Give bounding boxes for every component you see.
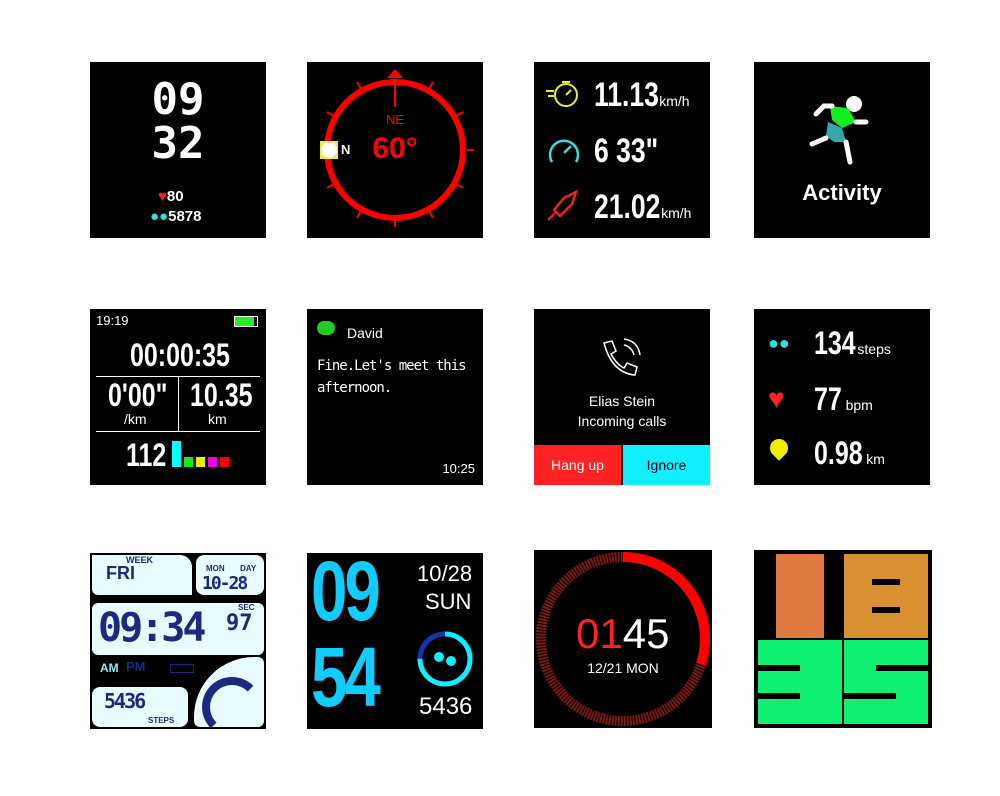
speed-row: 11.13km/h bbox=[594, 76, 690, 114]
digit-5 bbox=[844, 640, 928, 724]
distance: 0.98 bbox=[814, 435, 863, 471]
date: 10-28 bbox=[202, 573, 248, 594]
steps: 134 bbox=[814, 325, 856, 361]
running-person-icon bbox=[809, 96, 869, 165]
face-lcd[interactable]: WEEK FRI MON DAY 10-28 SEC 09:34 97 AM P… bbox=[90, 553, 266, 729]
hour: 09 bbox=[311, 553, 381, 638]
pace: 0'00" bbox=[108, 377, 168, 413]
time: 09:34 bbox=[98, 605, 206, 651]
zone-bar bbox=[184, 457, 193, 467]
caller-name: Elias Stein bbox=[588, 393, 656, 409]
stopwatch-icon bbox=[546, 81, 578, 107]
footprints-icon bbox=[434, 652, 444, 662]
zone-bar bbox=[220, 457, 229, 467]
face-speed[interactable]: 11.13km/h 6 33" 21.02km/h bbox=[534, 62, 710, 238]
distance: 10.35 bbox=[190, 377, 253, 413]
activity-label: Activity bbox=[802, 180, 882, 205]
location-pin-icon bbox=[766, 435, 792, 461]
speedometer-icon bbox=[548, 139, 580, 163]
heart-icon: ♥ bbox=[768, 383, 785, 414]
divider bbox=[96, 431, 260, 432]
call-status: Incoming calls bbox=[577, 413, 667, 429]
battery-icon bbox=[170, 664, 194, 673]
steps: 5436 bbox=[104, 689, 146, 713]
digit-1 bbox=[776, 554, 824, 638]
face-big-cyan[interactable]: 09 54 10/28 SUN 5436 bbox=[307, 553, 483, 729]
phone-ringing-icon bbox=[603, 338, 641, 376]
face-call[interactable]: Elias Stein Incoming calls Hang up Ignor… bbox=[534, 309, 710, 485]
hang-up-button[interactable]: Hang up bbox=[534, 445, 621, 485]
direction: NE bbox=[385, 112, 405, 127]
degrees: 60° bbox=[372, 132, 418, 165]
face-ring[interactable]: 0145 12/21 MON bbox=[534, 550, 712, 728]
face-blocks[interactable] bbox=[754, 550, 932, 728]
footprints-icon: ●● bbox=[768, 333, 790, 353]
step-progress-ring bbox=[417, 631, 473, 687]
face-message[interactable]: David Fine.Let's meet this afternoon. 10… bbox=[307, 309, 483, 485]
clock: 19:19 bbox=[96, 313, 129, 328]
max-speed-row: 21.02km/h bbox=[594, 188, 692, 226]
hour: 09 bbox=[151, 74, 205, 125]
seconds: 97 bbox=[226, 611, 253, 636]
steps-row: ●●5878 bbox=[150, 208, 202, 225]
message-time: 10:25 bbox=[442, 461, 475, 476]
duration: 00:00:35 bbox=[130, 337, 230, 373]
pace: 6 33" bbox=[594, 132, 659, 170]
distance-unit: km bbox=[208, 411, 227, 427]
weekday: SUN bbox=[425, 589, 472, 614]
minute: 32 bbox=[151, 118, 205, 169]
message-text: Fine.Let's meet this afternoon. bbox=[317, 358, 467, 396]
bpm: 77 bbox=[814, 381, 842, 417]
digit-8 bbox=[844, 554, 928, 638]
steps: 5436 bbox=[419, 693, 473, 720]
pace-unit: /km bbox=[124, 411, 147, 427]
heart-rate: 112 bbox=[126, 437, 167, 473]
zone-bar bbox=[208, 457, 217, 467]
battery-icon bbox=[234, 316, 258, 327]
footprints-icon: ●● bbox=[150, 208, 169, 225]
step-gauge bbox=[202, 677, 262, 729]
heart-rate-row: ♥80 bbox=[158, 188, 184, 205]
date: 12/21 MON bbox=[587, 660, 659, 676]
zone-bar bbox=[196, 457, 205, 467]
face-activity[interactable]: Activity bbox=[754, 62, 930, 238]
time: 0145 bbox=[576, 610, 670, 657]
wechat-icon bbox=[317, 321, 335, 335]
weekday: FRI bbox=[106, 563, 135, 583]
face-compass[interactable]: N NE 60° bbox=[307, 62, 483, 238]
minute: 54 bbox=[311, 630, 381, 724]
face-digital[interactable]: 09 32 ♥80 ●●5878 bbox=[90, 62, 266, 238]
face-health[interactable]: ●● 134 steps ♥ 77 bpm 0.98 km bbox=[754, 309, 930, 485]
face-workout[interactable]: 19:19 00:00:35 0'00" /km 10.35 km 112 bbox=[90, 309, 266, 485]
zone-bar bbox=[172, 441, 181, 467]
ignore-button[interactable]: Ignore bbox=[623, 445, 710, 485]
date: 10/28 bbox=[417, 561, 473, 586]
sender: David bbox=[347, 325, 383, 341]
rocket-icon bbox=[547, 190, 578, 221]
heart-icon: ♥ bbox=[158, 188, 167, 205]
digit-3 bbox=[758, 640, 842, 724]
